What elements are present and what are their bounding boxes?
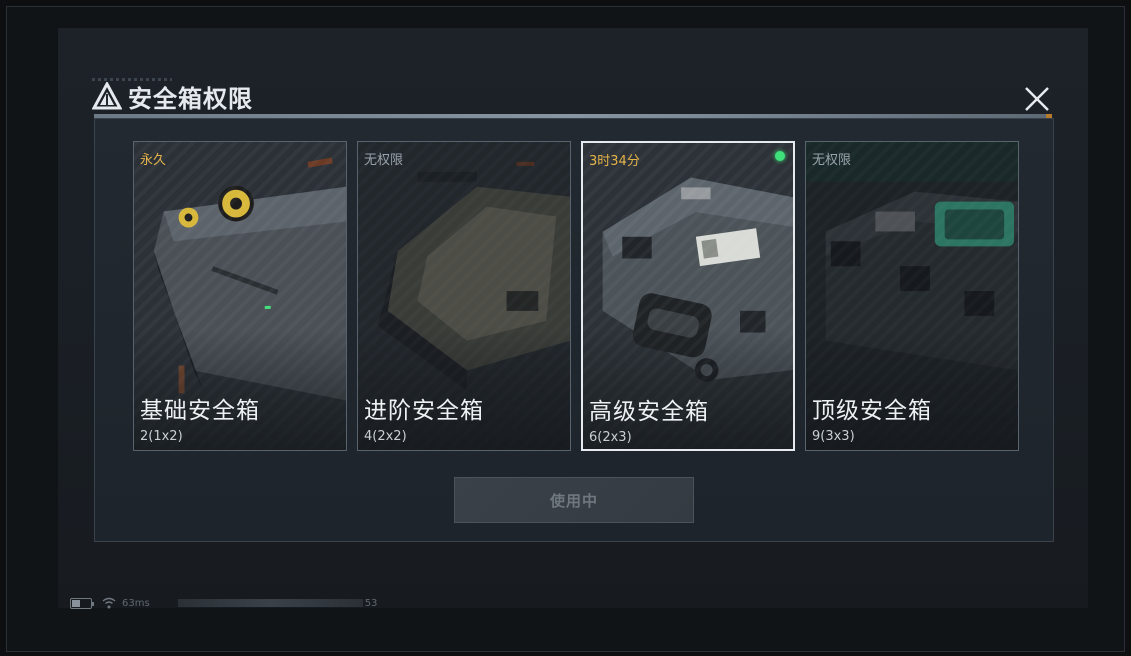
card-name: 进阶安全箱 [364,398,484,424]
card-status: 永久 [140,153,167,168]
dialog-title: 安全箱权限 [128,84,253,113]
active-indicator-dot [775,151,785,161]
battery-icon [70,597,94,609]
performance-bar [177,599,363,607]
safe-box-card-top[interactable]: 无权限 顶级安全箱 9(3x3) [805,141,1019,451]
card-status: 无权限 [812,153,852,168]
fps-readout: 53 [364,597,378,609]
in-use-button-label: 使用中 [549,491,598,510]
safe-box-card-premium[interactable]: 3时34分 高级安全箱 6(2x3) [581,141,795,451]
card-status: 无权限 [364,153,404,168]
close-icon [1025,87,1049,111]
safe-box-card-advanced[interactable]: 无权限 进阶安全箱 4(2x2) [357,141,571,451]
safe-box-card-list: 永久 基础安全箱 2(1x2) 无权限 进阶安全箱 4(2x2) 3时34分 高… [133,141,1023,451]
safe-box-card-basic[interactable]: 永久 基础安全箱 2(1x2) [133,141,347,451]
card-capacity: 9(3x3) [812,429,855,444]
card-name: 基础安全箱 [140,398,260,424]
in-use-button[interactable]: 使用中 [454,477,694,523]
wifi-icon [102,597,116,609]
card-capacity: 6(2x3) [589,430,632,445]
card-capacity: 2(1x2) [140,429,183,444]
dialog-header: 安全箱权限 [92,78,253,114]
system-status-bar: 63ms 53 [70,596,377,610]
card-capacity: 4(2x2) [364,429,407,444]
card-status: 3时34分 [589,154,640,169]
triangle-logo-icon [92,82,122,110]
ping-readout: 63ms [122,597,150,609]
card-name: 顶级安全箱 [812,398,932,424]
card-name: 高级安全箱 [589,399,709,425]
close-button[interactable] [1020,82,1054,116]
